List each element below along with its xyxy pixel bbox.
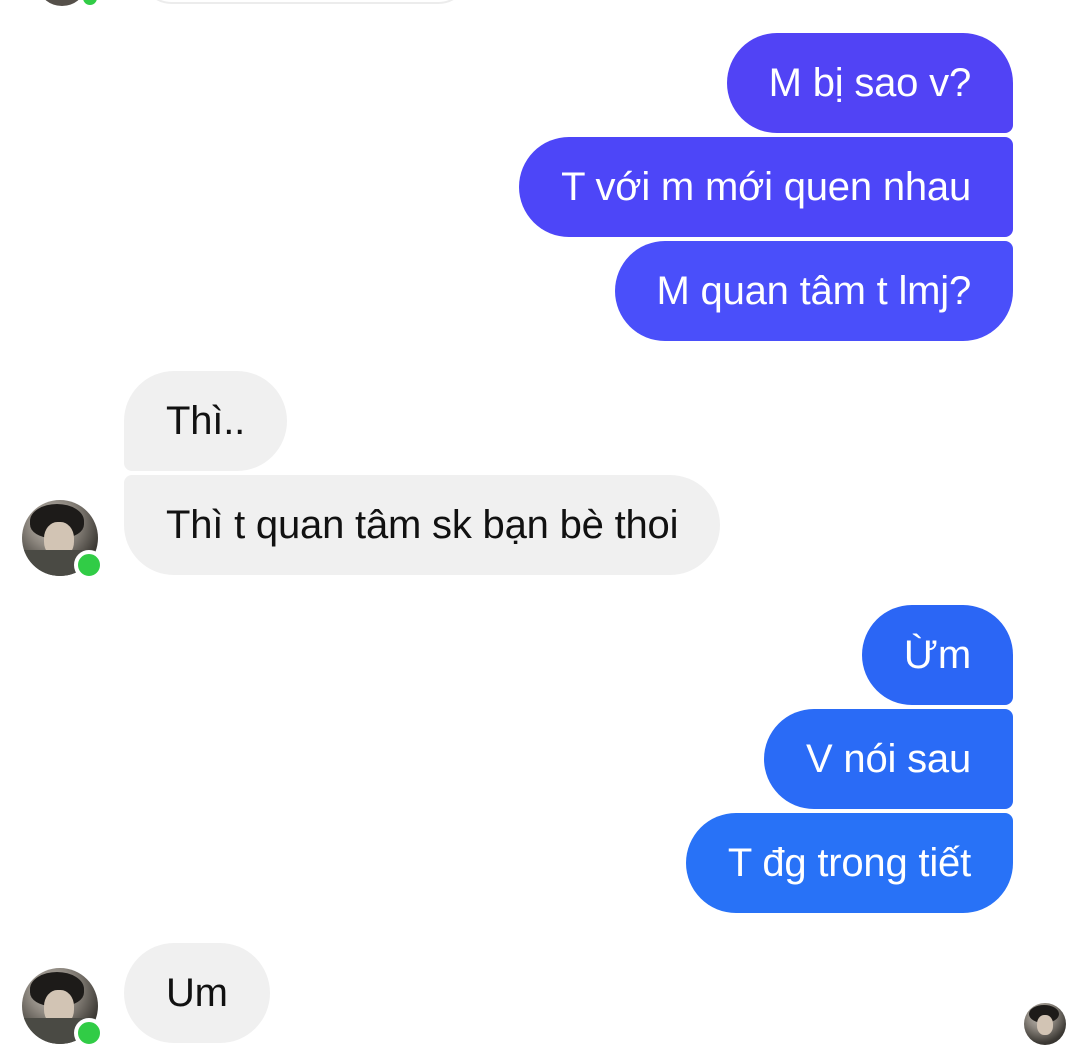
sent-message[interactable]: Ừm xyxy=(861,605,1013,705)
seen-avatar-face xyxy=(1037,1015,1053,1035)
seen-avatar-icon xyxy=(1024,1003,1066,1045)
previous-contact-avatar xyxy=(40,0,84,6)
sent-message[interactable]: T với m mới quen nhau xyxy=(519,137,1013,237)
sent-message[interactable]: M quan tâm t lmj? xyxy=(614,241,1013,341)
online-status-icon xyxy=(74,550,104,580)
received-message[interactable]: Thì.. xyxy=(124,371,288,471)
online-status-icon xyxy=(74,1018,104,1048)
sent-message[interactable]: V nói sau xyxy=(764,709,1013,809)
previous-message-bubble[interactable] xyxy=(140,0,470,4)
received-message[interactable]: Um xyxy=(124,943,270,1043)
sent-message[interactable]: T đg trong tiết xyxy=(685,813,1013,913)
received-message[interactable]: Thì t quan tâm sk bạn bè thoi xyxy=(124,475,721,575)
sent-message[interactable]: M bị sao v? xyxy=(726,33,1013,133)
previous-online-status-icon xyxy=(80,0,100,8)
